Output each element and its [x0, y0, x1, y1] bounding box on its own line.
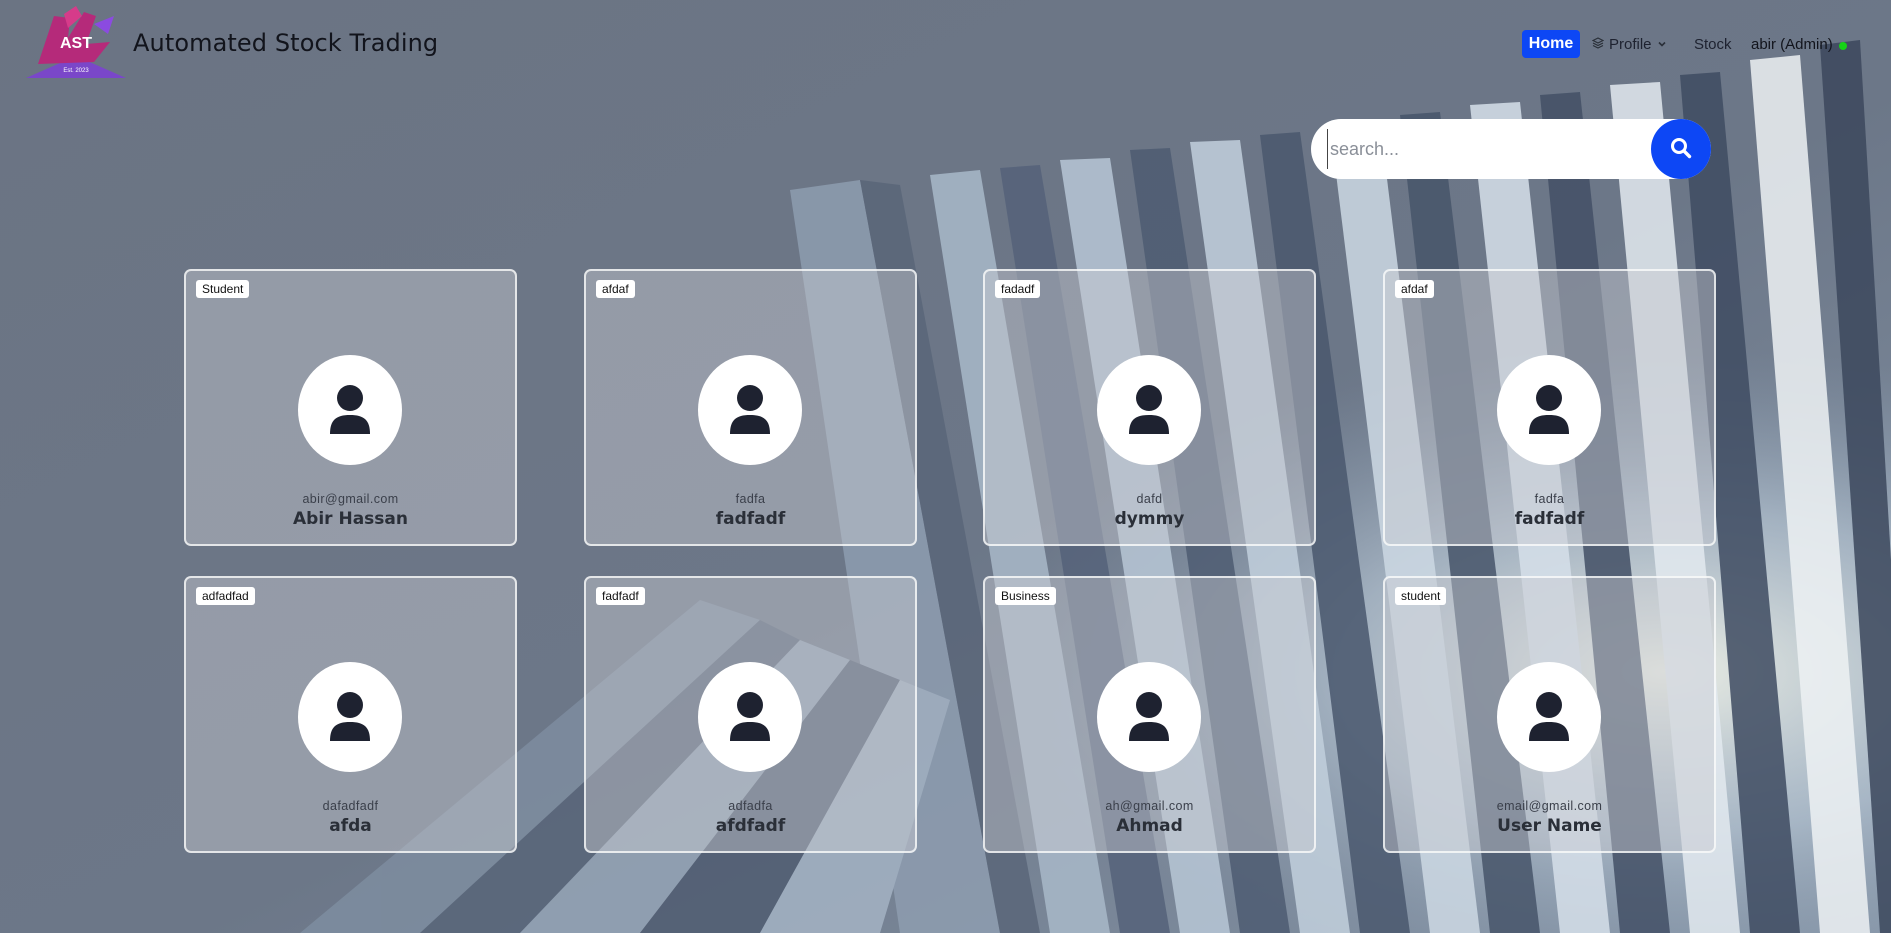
user-card[interactable]: Business ah@gmail.com Ahmad — [983, 576, 1316, 853]
avatar — [698, 662, 802, 772]
avatar — [298, 355, 402, 465]
svg-text:Est. 2023: Est. 2023 — [63, 68, 89, 74]
user-icon — [1129, 692, 1169, 741]
user-card[interactable]: fadadf dafd dymmy — [983, 269, 1316, 546]
avatar — [1097, 355, 1201, 465]
user-email: email@gmail.com — [1496, 799, 1603, 813]
user-name: User Name — [1497, 816, 1602, 836]
nav-profile-label: Profile — [1609, 35, 1652, 53]
user-role-badge: afdaf — [1395, 280, 1434, 298]
user-name: dymmy — [1114, 509, 1185, 529]
user-icon — [730, 385, 770, 434]
search-button[interactable] — [1651, 119, 1711, 179]
user-icon — [1529, 692, 1569, 741]
user-icon — [330, 385, 370, 434]
user-role-badge: student — [1395, 587, 1447, 605]
brand-title[interactable]: Automated Stock Trading — [133, 29, 438, 57]
user-role-badge: fadfadf — [596, 587, 645, 605]
user-card[interactable]: fadfadf adfadfa afdfadf — [584, 576, 917, 853]
user-icon — [1129, 385, 1169, 434]
nav-stock-link[interactable]: Stock — [1694, 33, 1732, 55]
user-email: fadfa — [735, 492, 766, 506]
user-icon — [730, 692, 770, 741]
user-email: fadfa — [1534, 492, 1565, 506]
user-name: Ahmad — [1116, 816, 1183, 836]
user-card[interactable]: student email@gmail.com User Name — [1383, 576, 1716, 853]
navbar: AST Est. 2023 Automated Stock Trading Ho… — [0, 0, 1891, 86]
user-email: dafd — [1136, 492, 1163, 506]
user-name: fadfadf — [1514, 509, 1585, 529]
user-card[interactable]: Student abir@gmail.com Abir Hassan — [184, 269, 517, 546]
user-role-badge: Student — [196, 280, 250, 298]
user-role-badge: Business — [995, 587, 1056, 605]
user-name: afdfadf — [715, 816, 786, 836]
user-name: fadfadf — [715, 509, 786, 529]
user-card[interactable]: afdaf fadfa fadfadf — [584, 269, 917, 546]
user-icon — [1529, 385, 1569, 434]
user-role-badge: fadadf — [995, 280, 1041, 298]
nav-profile-dropdown[interactable]: Profile — [1591, 33, 1667, 55]
search-input[interactable] — [1327, 129, 1627, 169]
brand-logo[interactable]: AST Est. 2023 — [24, 4, 128, 82]
avatar — [1497, 662, 1601, 772]
avatar — [1097, 662, 1201, 772]
user-role-badge: adfadfad — [196, 587, 255, 605]
user-email: adfadfa — [728, 799, 773, 813]
user-icon — [330, 692, 370, 741]
avatar — [298, 662, 402, 772]
user-role-badge: afdaf — [596, 280, 635, 298]
search-icon — [1670, 137, 1692, 162]
user-card[interactable]: adfadfad dafadfadf afda — [184, 576, 517, 853]
avatar — [1497, 355, 1601, 465]
user-name: Abir Hassan — [293, 509, 408, 529]
svg-text:AST: AST — [60, 35, 92, 52]
online-status-indicator — [1838, 42, 1847, 50]
user-email: abir@gmail.com — [302, 492, 399, 506]
layers-icon — [1591, 36, 1605, 53]
user-card[interactable]: afdaf fadfa fadfadf — [1383, 269, 1716, 546]
nav-home-link[interactable]: Home — [1522, 30, 1580, 58]
user-email: dafadfadf — [322, 799, 379, 813]
user-name: afda — [329, 816, 372, 836]
avatar — [698, 355, 802, 465]
chevron-down-icon — [1657, 36, 1667, 53]
nav-user-label: abir (Admin) — [1751, 35, 1833, 53]
nav-user-account[interactable]: abir (Admin) — [1751, 33, 1847, 55]
user-email: ah@gmail.com — [1105, 799, 1194, 813]
